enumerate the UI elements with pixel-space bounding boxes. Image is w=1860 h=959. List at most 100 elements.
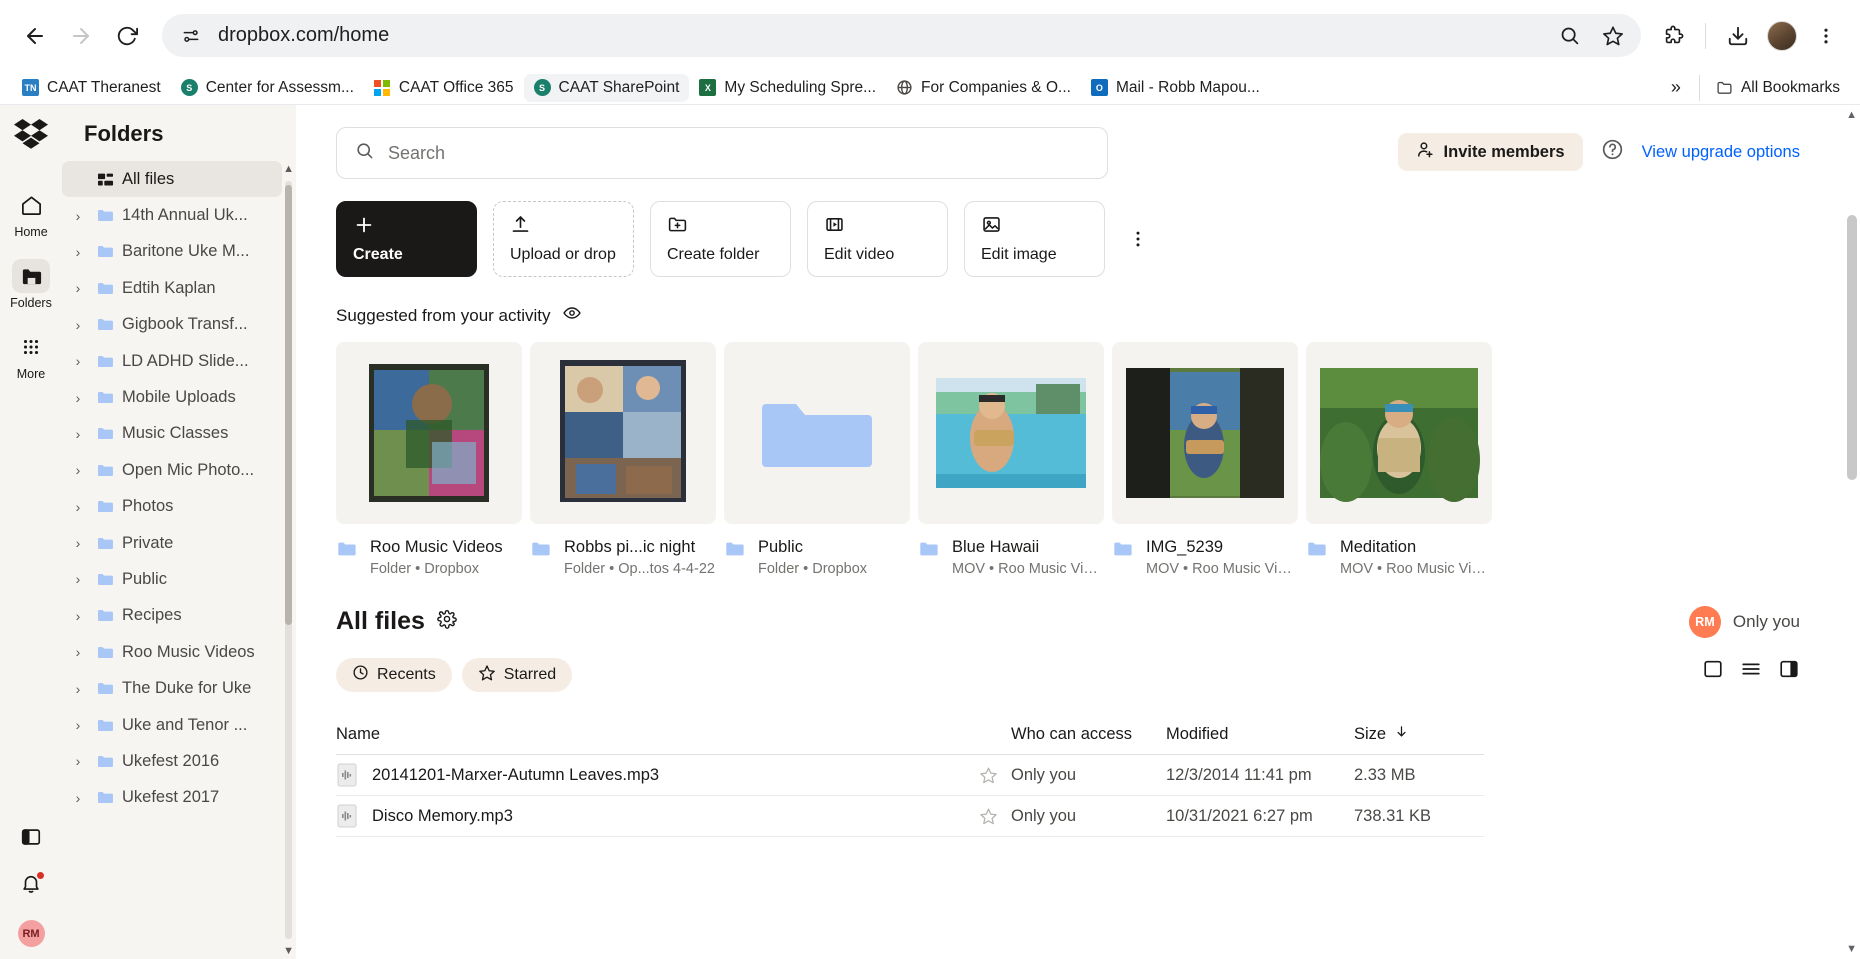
chevron-right-icon[interactable]: › <box>68 499 88 515</box>
bookmark-item[interactable]: CAAT Office 365 <box>364 74 524 102</box>
chevron-right-icon[interactable]: › <box>68 317 88 333</box>
chevron-right-icon[interactable]: › <box>68 208 88 224</box>
suggested-card[interactable]: MeditationMOV • Roo Music Videos <box>1306 342 1492 577</box>
back-button[interactable] <box>14 15 56 57</box>
sidebar-item-music-classes[interactable]: ›Music Classes <box>62 416 282 452</box>
bookmark-star-icon[interactable] <box>1593 16 1633 56</box>
sidebar-item-gigbook-transf[interactable]: ›Gigbook Transf... <box>62 307 282 343</box>
chevron-right-icon[interactable]: › <box>68 753 88 769</box>
bookmark-item[interactable]: O Mail - Robb Mapou... <box>1081 74 1270 102</box>
chevron-right-icon[interactable]: › <box>68 280 88 296</box>
edit-image-button[interactable]: Edit image <box>964 201 1105 277</box>
sidebar-item-edtih-kaplan[interactable]: ›Edtih Kaplan <box>62 270 282 306</box>
gear-icon[interactable] <box>437 609 457 634</box>
view-upgrade-options-link[interactable]: View upgrade options <box>1642 143 1800 162</box>
dropbox-logo[interactable] <box>14 119 48 154</box>
list-view-icon[interactable] <box>1740 658 1762 680</box>
bookmark-item[interactable]: For Companies & O... <box>886 74 1081 102</box>
table-row[interactable]: Disco Memory.mp3Only you10/31/2021 6:27 … <box>336 796 1484 837</box>
profile-avatar[interactable] <box>1762 16 1802 56</box>
suggested-card[interactable]: Blue HawaiiMOV • Roo Music Videos <box>918 342 1104 577</box>
bookmark-item-active[interactable]: S CAAT SharePoint <box>524 74 690 102</box>
column-name[interactable]: Name <box>336 725 965 744</box>
sidebar-item-open-mic-photo[interactable]: ›Open Mic Photo... <box>62 452 282 488</box>
chevron-right-icon[interactable]: › <box>68 608 88 624</box>
chevron-right-icon[interactable]: › <box>68 390 88 406</box>
help-circle-icon[interactable] <box>1601 138 1624 166</box>
search-omnibox-icon[interactable] <box>1549 16 1589 56</box>
sidebar-item-ukefest-2017[interactable]: ›Ukefest 2017 <box>62 780 282 816</box>
sidebar-item-photos[interactable]: ›Photos <box>62 489 282 525</box>
avatar[interactable]: RM <box>18 920 45 947</box>
avatar[interactable]: RM <box>1689 606 1721 638</box>
chevron-right-icon[interactable]: › <box>68 426 88 442</box>
main-scroll-up-arrow[interactable]: ▲ <box>1846 109 1857 121</box>
file-name-cell[interactable]: 20141201-Marxer-Autumn Leaves.mp3 <box>336 762 965 788</box>
sidebar-item-ukefest-2016[interactable]: ›Ukefest 2016 <box>62 743 282 779</box>
sidebar-scroll-down-arrow[interactable]: ▼ <box>283 945 294 957</box>
invite-members-button[interactable]: Invite members <box>1398 133 1583 171</box>
rail-item-folders[interactable]: Folders <box>3 259 59 310</box>
sidebar-item-14th-annual-uk[interactable]: ›14th Annual Uk... <box>62 197 282 233</box>
all-bookmarks-button[interactable]: All Bookmarks <box>1708 74 1848 102</box>
split-view-icon[interactable] <box>1778 658 1800 680</box>
chip-recents[interactable]: Recents <box>336 658 452 692</box>
sidebar-item-private[interactable]: ›Private <box>62 525 282 561</box>
main-scrollbar-track[interactable]: ▲ ▼ <box>1844 105 1860 959</box>
chevron-right-icon[interactable]: › <box>68 244 88 260</box>
chevron-right-icon[interactable]: › <box>68 644 88 660</box>
suggested-card[interactable]: PublicFolder • Dropbox <box>724 342 910 577</box>
sidebar-scroll-up-arrow[interactable]: ▲ <box>283 163 294 175</box>
chevron-right-icon[interactable]: › <box>68 571 88 587</box>
eye-icon[interactable] <box>562 303 582 328</box>
address-bar[interactable]: dropbox.com/home <box>162 14 1641 57</box>
rail-item-home[interactable]: Home <box>3 188 59 239</box>
sidebar-item-public[interactable]: ›Public <box>62 561 282 597</box>
rail-item-more[interactable]: More <box>3 330 59 381</box>
sidebar-panel-icon[interactable] <box>20 826 42 853</box>
forward-button[interactable] <box>60 15 102 57</box>
upload-or-drop-button[interactable]: Upload or drop <box>493 201 634 277</box>
chevron-right-icon[interactable]: › <box>68 535 88 551</box>
main-scroll-down-arrow[interactable]: ▼ <box>1846 943 1857 955</box>
site-info-icon[interactable] <box>178 23 204 49</box>
notifications-button[interactable] <box>20 873 42 900</box>
sidebar-item-roo-music-videos[interactable]: ›Roo Music Videos <box>62 634 282 670</box>
bookmark-item[interactable]: S Center for Assessm... <box>171 74 364 102</box>
column-modified[interactable]: Modified <box>1166 725 1354 744</box>
sidebar-item-ld-adhd-slide[interactable]: ›LD ADHD Slide... <box>62 343 282 379</box>
chevron-right-icon[interactable]: › <box>68 790 88 806</box>
search-input[interactable]: Search <box>336 127 1108 179</box>
suggested-card[interactable]: IMG_5239MOV • Roo Music Videos <box>1112 342 1298 577</box>
sidebar-item-baritone-uke-m[interactable]: ›Baritone Uke M... <box>62 234 282 270</box>
chevron-right-icon[interactable]: › <box>68 462 88 478</box>
more-vertical-icon[interactable] <box>1121 201 1155 277</box>
create-folder-button[interactable]: Create folder <box>650 201 791 277</box>
star-outline-icon[interactable] <box>965 807 1011 826</box>
table-row[interactable]: 20141201-Marxer-Autumn Leaves.mp3Only yo… <box>336 755 1484 796</box>
bookmark-item[interactable]: TN CAAT Theranest <box>12 74 171 102</box>
edit-video-button[interactable]: Edit video <box>807 201 948 277</box>
chevron-right-icon[interactable]: › <box>68 681 88 697</box>
suggested-card[interactable]: Robbs pi...ic nightFolder • Op...tos 4-4… <box>530 342 716 577</box>
bookmark-item[interactable]: X My Scheduling Spre... <box>689 74 886 102</box>
column-size[interactable]: Size <box>1354 724 1484 744</box>
suggested-card[interactable]: Roo Music VideosFolder • Dropbox <box>336 342 522 577</box>
sidebar-item-all-files[interactable]: All files <box>62 161 282 197</box>
grid-view-icon[interactable] <box>1702 658 1724 680</box>
sidebar-item-recipes[interactable]: ›Recipes <box>62 598 282 634</box>
chrome-menu-icon[interactable] <box>1806 16 1846 56</box>
sidebar-item-mobile-uploads[interactable]: ›Mobile Uploads <box>62 379 282 415</box>
create-button[interactable]: Create <box>336 201 477 277</box>
sidebar-item-uke-and-tenor[interactable]: ›Uke and Tenor ... <box>62 707 282 743</box>
chip-starred[interactable]: Starred <box>462 658 572 692</box>
bookmarks-overflow-icon[interactable]: » <box>1661 73 1691 102</box>
sidebar-item-the-duke-for-uke[interactable]: ›The Duke for Uke <box>62 670 282 706</box>
downloads-icon[interactable] <box>1718 16 1758 56</box>
sidebar-scrollbar-thumb[interactable] <box>285 185 292 625</box>
main-scrollbar-thumb[interactable] <box>1847 215 1857 480</box>
chevron-right-icon[interactable]: › <box>68 717 88 733</box>
chevron-right-icon[interactable]: › <box>68 353 88 369</box>
file-name-cell[interactable]: Disco Memory.mp3 <box>336 803 965 829</box>
reload-button[interactable] <box>106 15 148 57</box>
